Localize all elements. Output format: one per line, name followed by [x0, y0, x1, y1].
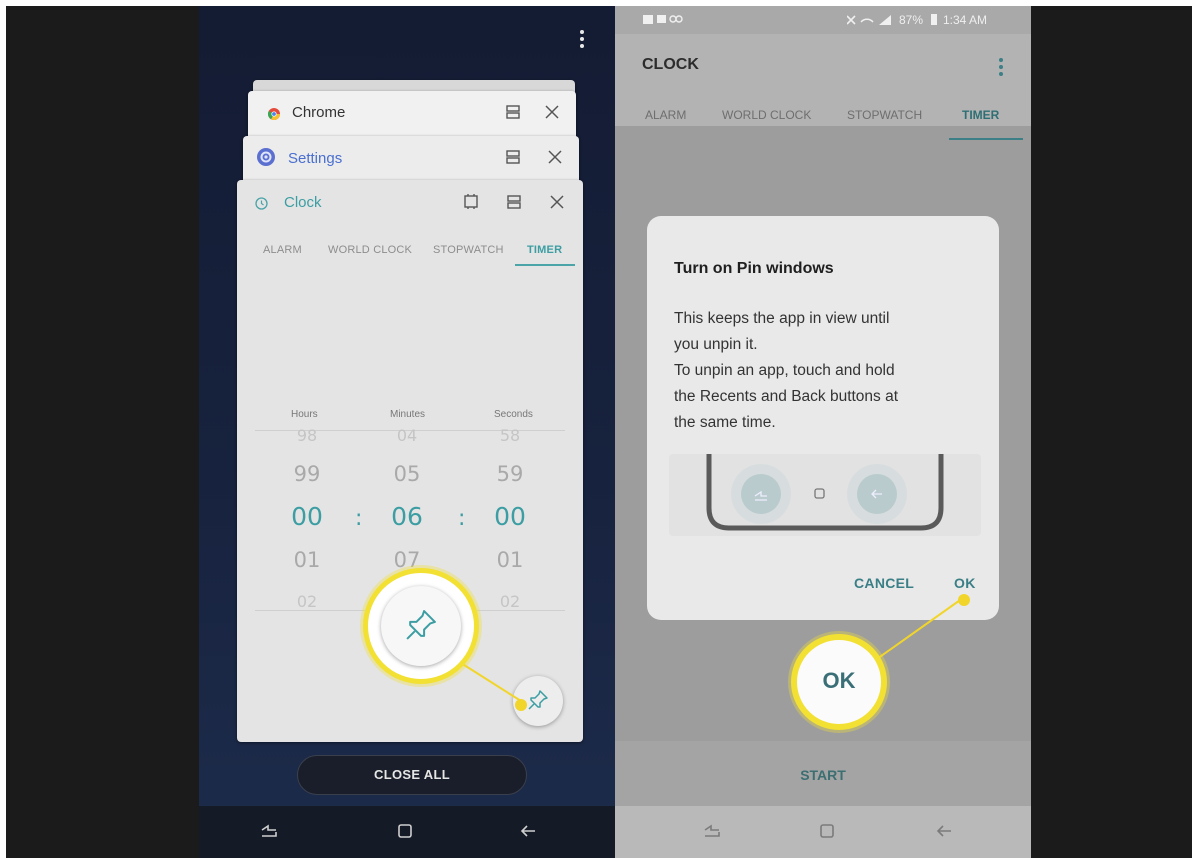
app-bar: CLOCK ALARM WORLD CLOCK STOPWATCH TIMER: [615, 34, 1031, 140]
picker-value: 59: [496, 462, 524, 486]
dialog-body-line: the Recents and Back buttons at: [674, 388, 899, 405]
dialog-body: This keeps the app in view until you unp…: [674, 306, 974, 436]
dialog-title: Turn on Pin windows: [674, 260, 834, 277]
pin-button-magnified: [381, 586, 461, 666]
navigation-bar: [615, 806, 1031, 858]
tab-world-clock[interactable]: WORLD CLOCK: [722, 108, 811, 122]
card-title-chrome: Chrome: [292, 104, 346, 121]
picker-value: 04: [396, 426, 418, 445]
recents-screen: Chrome Settings Clock ALARM WORLD CLOCK …: [199, 6, 619, 858]
home-icon[interactable]: [819, 823, 835, 839]
dialog-body-line: the same time.: [674, 414, 776, 431]
start-bar: START: [615, 741, 1031, 806]
battery-icon: [931, 14, 937, 25]
picker-selected-value: 00: [291, 502, 323, 531]
active-tab-indicator: [949, 138, 1023, 140]
recents-icon[interactable]: [260, 823, 278, 839]
picker-value: 02: [296, 592, 318, 611]
navigation-bar: [199, 806, 619, 858]
picker-value: 02: [499, 592, 521, 611]
tab-timer[interactable]: TIMER: [962, 108, 999, 122]
back-icon[interactable]: [519, 823, 537, 839]
picker-selected-value: 06: [391, 502, 423, 531]
time-separator: :: [458, 506, 466, 531]
picker-value: 99: [293, 462, 321, 486]
split-screen-icon[interactable]: [506, 105, 520, 119]
start-button[interactable]: START: [615, 767, 1031, 783]
more-options-icon[interactable]: [999, 58, 1003, 79]
hours-label: Hours: [291, 409, 318, 420]
pop-up-view-icon[interactable]: [463, 194, 479, 209]
picker-value: 05: [393, 462, 421, 486]
notification-icons: [643, 14, 685, 26]
status-bar: 87% 1:34 AM: [615, 6, 1031, 34]
dialog-body-line: This keeps the app in view until: [674, 310, 890, 327]
picker-selected-value: 00: [494, 502, 526, 531]
signal-icons: [847, 14, 893, 26]
picker-value: 01: [496, 548, 524, 572]
chrome-icon: [268, 108, 280, 120]
callout-dot: [958, 594, 970, 606]
tab-stopwatch[interactable]: STOPWATCH: [847, 108, 922, 122]
close-icon[interactable]: [545, 105, 559, 119]
card-title-settings: Settings: [288, 150, 343, 167]
dialog-body-line: you unpin it.: [674, 336, 758, 353]
recents-icon[interactable]: [703, 823, 721, 839]
picker-value: 98: [296, 426, 318, 445]
clock-app-screen: 87% 1:34 AM CLOCK ALARM WORLD CLOCK STOP…: [615, 6, 1031, 858]
ok-button[interactable]: OK: [954, 575, 976, 591]
tab-stopwatch[interactable]: STOPWATCH: [433, 244, 504, 256]
settings-icon: [257, 148, 275, 166]
time-separator: :: [355, 506, 363, 531]
minutes-label: Minutes: [390, 409, 426, 420]
unpin-illustration: [669, 454, 981, 536]
pin-icon: [527, 689, 549, 711]
close-all-button[interactable]: CLOSE ALL: [297, 755, 527, 795]
back-icon[interactable]: [935, 823, 953, 839]
callout-dot: [515, 699, 527, 711]
tab-alarm[interactable]: ALARM: [263, 244, 302, 256]
clock-icon: [255, 197, 268, 210]
ok-callout-label: OK: [822, 668, 856, 693]
picker-value: 01: [293, 548, 321, 572]
more-options-icon[interactable]: [580, 30, 584, 51]
tab-world-clock[interactable]: WORLD CLOCK: [328, 244, 412, 256]
split-screen-icon[interactable]: [507, 195, 521, 209]
split-screen-icon[interactable]: [506, 150, 520, 164]
close-icon[interactable]: [548, 150, 562, 164]
picker-value: 58: [499, 426, 521, 445]
pin-windows-dialog: Turn on Pin windows This keeps the app i…: [647, 216, 999, 620]
card-title-clock: Clock: [284, 194, 322, 211]
tab-timer[interactable]: TIMER: [527, 244, 562, 256]
close-icon[interactable]: [550, 195, 564, 209]
pin-callout-magnifier: [363, 568, 479, 684]
active-tab-indicator: [515, 264, 575, 266]
tab-alarm[interactable]: ALARM: [645, 108, 686, 122]
status-time: 1:34 AM: [943, 13, 988, 27]
dialog-body-line: To unpin an app, touch and hold: [674, 362, 895, 379]
ok-callout-magnifier: OK: [791, 634, 887, 730]
cancel-button[interactable]: CANCEL: [854, 575, 914, 591]
battery-percentage: 87%: [899, 13, 924, 27]
pin-icon: [404, 608, 438, 642]
app-title: CLOCK: [642, 56, 699, 73]
home-icon[interactable]: [397, 823, 413, 839]
seconds-label: Seconds: [494, 409, 533, 420]
screenshot-frame: Chrome Settings Clock ALARM WORLD CLOCK …: [6, 6, 1192, 858]
